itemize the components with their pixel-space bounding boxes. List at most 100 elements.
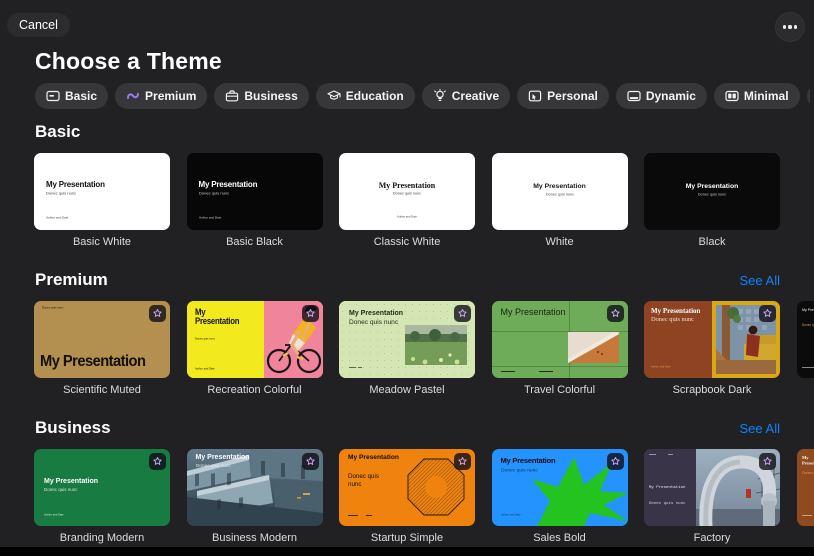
see-all-link[interactable]: See All [740,273,780,288]
theme-preview: My Presentation Donec quis nunc [491,153,628,230]
preview-text: Author and Date [194,367,215,370]
filter-chip-minimal[interactable]: Minimal [713,83,800,109]
preview-text: My Presentation [649,485,686,490]
preview-placeholder-bar [801,515,812,516]
filter-chip-bold[interactable]: !!!Bold [806,83,810,109]
preview-text: Donec quis nunc [46,191,77,196]
preview-text: My Presentation [500,307,566,317]
preview-text: My Presentation [685,183,739,190]
theme-preview: My Presentation Donec quis nunc Author and… [339,153,475,230]
theme-label: Black [698,236,726,248]
theme-card-factory[interactable]: My Presentation Donec quis nunc Factory [644,449,780,544]
star-seal-icon [610,457,620,465]
preview-text: Author and Date [651,365,671,368]
theme-preview: My Presentation Donec quis nunc Author and… [186,301,323,378]
theme-preview: My Presentation Donec quis nunc [644,153,780,230]
theme-label: Basic White [72,236,132,248]
more-options-button[interactable] [775,12,805,42]
theme-card-basic-black[interactable]: My Presentation Donec quis nunc Author and… [186,153,323,248]
preview-text: Author and Date [46,216,69,220]
preview-text: Author and Date [500,513,521,516]
theme-label: Travel Colorful [523,384,596,396]
theme-label: Basic Black [226,236,283,248]
preview-text: My Presentation [533,183,586,190]
premium-badge [606,453,624,470]
section-title: Business [35,418,111,437]
section-title: Premium [35,270,108,289]
preview-placeholder-bar [491,366,628,367]
preview-text: Donec quis nunc [42,306,64,310]
theme-card-classic-white[interactable]: My Presentation Donec quis nunc Author and… [339,153,475,248]
theme-card-row: My Presentation Donec quis nunc Author and… [0,153,814,248]
star-seal-icon [610,309,620,317]
theme-card-basic-white[interactable]: My Presentation Donec quis nunc Author and… [34,153,170,248]
preview-text: My Presentation [46,180,105,189]
preview-text: My Presentation [44,478,99,485]
theme-preview: My Presentation Donec quis nunc [339,301,475,378]
filter-chip-personal[interactable]: Personal [517,83,609,109]
filter-chip-premium[interactable]: Premium [115,83,208,109]
theme-card-card[interactable]: My Presentation Donec quis nunc [796,301,814,396]
preview-placeholder-bar [801,367,814,368]
filter-chip-label: Minimal [743,89,789,103]
preview-placeholder-bar [366,515,372,517]
preview-text: My Presentation [651,307,701,315]
theme-card-white[interactable]: My Presentation Donec quis nunc White [491,153,628,248]
theme-card-branding-modern[interactable]: My Presentation Donec quis nunc Author and… [34,449,170,544]
filter-chip-education[interactable]: Education [315,83,415,109]
theme-card-row: Donec quis nunc My Presentation Scientific… [0,301,814,396]
theme-card-black[interactable]: My Presentation Donec quis nunc Black [644,153,780,248]
theme-card-travel-colorful[interactable]: My Presentation Travel Colorful [491,301,628,396]
preview-text: Donec quis nunc [198,191,229,196]
theme-card-business-modern[interactable]: My Presentation Donec quis nunc Business M… [186,449,323,544]
theme-preview: My Presentation Donec quis nunc [796,449,814,526]
preview-text: Donec quis nunc [348,473,379,488]
theme-card-card[interactable]: My Presentation Donec quis nunc [796,449,814,544]
photo-cursor-icon [528,89,542,103]
theme-card-recreation-colorful[interactable]: My Presentation Donec quis nunc Author and… [186,301,323,396]
theme-preview: Donec quis nunc My Presentation [34,301,170,378]
filter-chip-dynamic[interactable]: Dynamic [615,83,707,109]
theme-preview: My Presentation Donec quis nunc Author and… [34,153,170,230]
premium-badge [149,453,166,470]
filter-chip-business[interactable]: Business [214,83,309,109]
theme-label: Scientific Muted [63,384,141,396]
star-seal-icon [763,309,772,317]
star-seal-icon [153,457,162,465]
preview-text: My Presentation [348,454,399,461]
theme-card-sales-bold[interactable]: My Presentation Donec quis nunc Author and… [491,449,628,544]
bottom-edge [0,547,814,556]
preview-text: Donec quis nunc [649,501,686,506]
see-all-link[interactable]: See All [740,421,780,436]
page-title: Choose a Theme [35,48,222,74]
star-seal-icon [763,457,772,465]
preview-text: Donec quis nunc [500,467,538,473]
filter-chip-label: Basic [65,89,98,103]
filter-chip-label: Dynamic [645,89,696,103]
ellipsis-icon [782,25,798,29]
theme-card-meadow-pastel[interactable]: My Presentation Donec quis nunc Meadow Pa… [339,301,475,396]
preview-text: My Presentation [194,307,239,328]
filter-chip-label: Personal [547,89,598,103]
theme-label: Meadow Pastel [369,384,445,396]
meadow-photo [405,325,467,365]
theme-label: White [545,236,574,248]
theme-label: Startup Simple [370,532,444,544]
star-seal-icon [305,309,315,317]
preview-text: Donec quis nunc [195,463,231,469]
preview-text: My Presentation [195,454,250,461]
preview-placeholder-bar [348,515,358,517]
theme-label: Factory [693,532,731,544]
section-title: Basic [35,122,81,141]
preview-placeholder-bar [649,454,656,456]
premium-badge [606,305,624,322]
filter-chip-basic[interactable]: Basic [35,83,109,109]
filter-chips: Basic Premium Business Education Creative Per… [35,83,810,109]
theme-card-scrapbook-dark[interactable]: My Presentation Donec quis nunc Author and… [644,301,780,396]
theme-label: Scrapbook Dark [672,384,752,396]
filter-chip-creative[interactable]: Creative [421,83,511,109]
theme-card-scientific-muted[interactable]: Donec quis nunc My Presentation Scientific… [34,301,170,396]
star-seal-icon [305,457,315,465]
cancel-button[interactable]: Cancel [7,13,70,37]
theme-card-startup-simple[interactable]: My Presentation Donec quis nunc Startup S… [339,449,475,544]
